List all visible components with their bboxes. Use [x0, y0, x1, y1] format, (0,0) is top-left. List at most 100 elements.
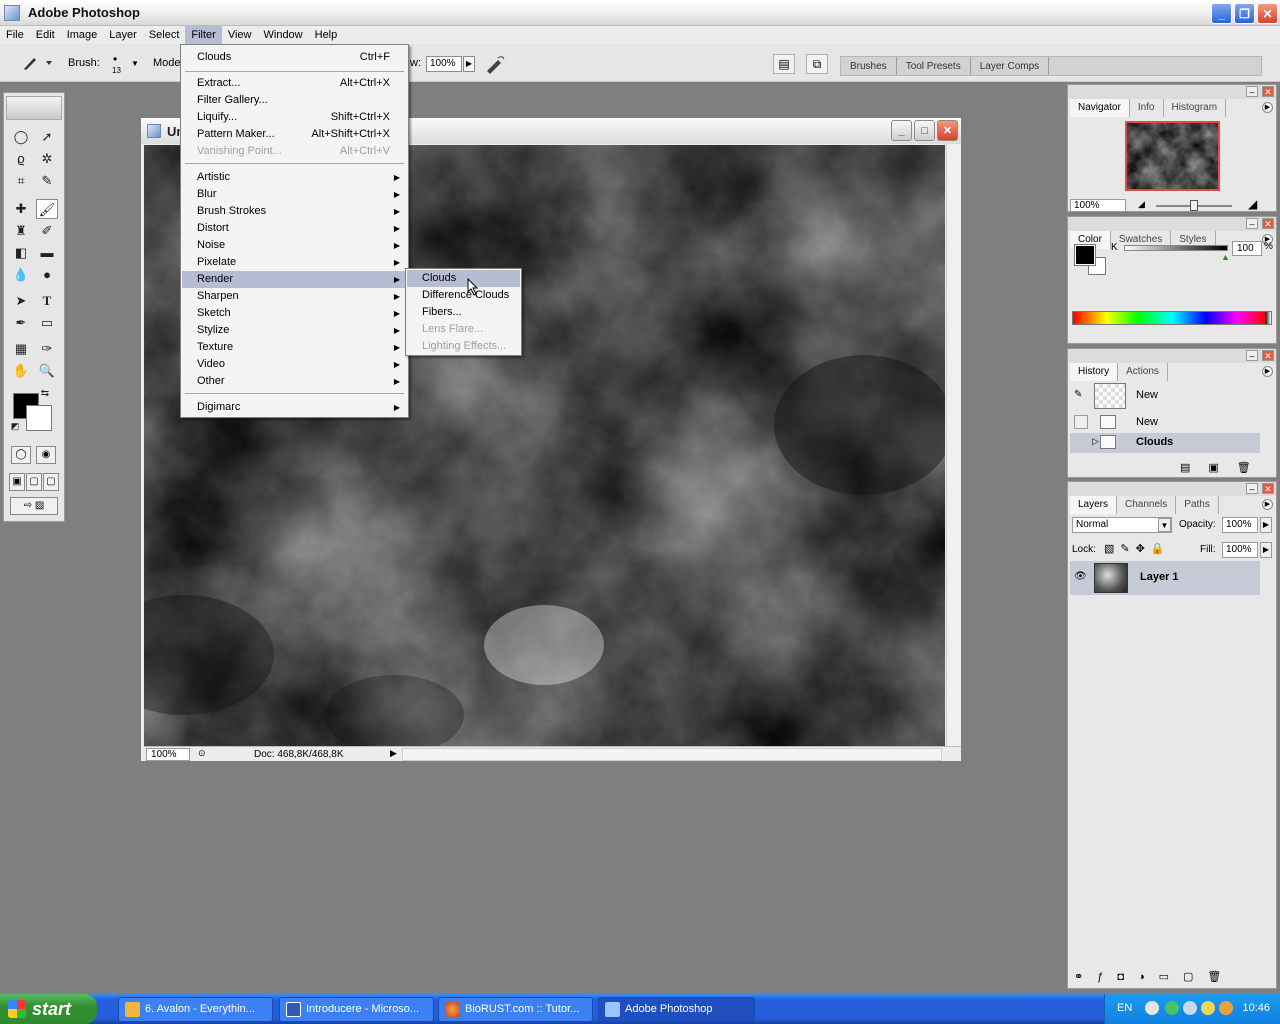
- menu-select[interactable]: Select: [143, 26, 186, 44]
- standard-mode-icon[interactable]: ◯: [11, 446, 31, 464]
- menu-image[interactable]: Image: [61, 26, 104, 44]
- tray-network-icon[interactable]: [1183, 1001, 1197, 1015]
- filter-other[interactable]: Other ▶: [182, 373, 407, 390]
- filter-pattern-maker[interactable]: Pattern Maker... Alt+Shift+Ctrl+X: [182, 126, 407, 143]
- marquee-tool-icon[interactable]: ◯: [10, 127, 32, 147]
- tab-actions[interactable]: Actions: [1118, 363, 1168, 381]
- taskbar-item-firefox[interactable]: BioRUST.com :: Tutor...: [438, 997, 593, 1022]
- k-channel-slider[interactable]: [1124, 245, 1228, 251]
- panel-minimize-icon[interactable]: –: [1246, 483, 1258, 494]
- filter-blur[interactable]: Blur ▶: [182, 186, 407, 203]
- standard-screen-mode-icon[interactable]: ▣: [9, 473, 25, 491]
- full-screen-mode-icon[interactable]: ▢: [43, 473, 59, 491]
- brush-tool-preset-icon[interactable]: [22, 55, 52, 71]
- move-tool-icon[interactable]: ➚: [36, 127, 58, 147]
- filter-sketch[interactable]: Sketch ▶: [182, 305, 407, 322]
- tab-history[interactable]: History: [1070, 363, 1119, 381]
- notes-tool-icon[interactable]: ▦: [10, 339, 32, 359]
- file-browser-icon[interactable]: ▤: [773, 54, 795, 74]
- dodge-tool-icon[interactable]: ●: [36, 265, 58, 285]
- taskbar-item-photoshop[interactable]: Adobe Photoshop: [598, 997, 755, 1022]
- color-ramp[interactable]: [1072, 311, 1272, 325]
- layers-footer-buttons[interactable]: ⚭ƒ◘◑▭▢🗑: [1074, 970, 1235, 983]
- crop-tool-icon[interactable]: ⌗: [10, 171, 32, 191]
- filter-stylize[interactable]: Stylize ▶: [182, 322, 407, 339]
- filter-pixelate[interactable]: Pixelate ▶: [182, 254, 407, 271]
- panel-close-icon[interactable]: ✕: [1262, 86, 1274, 97]
- blur-tool-icon[interactable]: 💧: [10, 265, 32, 285]
- opacity-arrow-icon[interactable]: ▶: [1260, 517, 1272, 533]
- render-difference-clouds[interactable]: Difference Clouds: [407, 287, 520, 304]
- default-colors-icon[interactable]: ◩: [8, 419, 22, 433]
- minimize-button[interactable]: _: [1211, 3, 1232, 24]
- document-zoom-field[interactable]: 100%: [146, 748, 190, 761]
- filter-brush-strokes[interactable]: Brush Strokes ▶: [182, 203, 407, 220]
- status-menu-arrow-icon[interactable]: ▶: [390, 748, 397, 759]
- menu-file[interactable]: File: [0, 26, 30, 44]
- tab-info[interactable]: Info: [1130, 99, 1164, 117]
- palette-toggle-icon[interactable]: ⧉: [806, 54, 828, 74]
- tab-navigator[interactable]: Navigator: [1070, 99, 1130, 117]
- menu-edit[interactable]: Edit: [30, 26, 61, 44]
- panel-close-icon[interactable]: ✕: [1262, 483, 1274, 494]
- tab-histogram[interactable]: Histogram: [1164, 99, 1227, 117]
- swap-colors-icon[interactable]: ⇆: [38, 387, 52, 401]
- horizontal-scrollbar[interactable]: [402, 748, 942, 761]
- history-source-box[interactable]: [1074, 415, 1088, 429]
- quick-mask-mode-icon[interactable]: ◉: [36, 446, 56, 464]
- type-tool-icon[interactable]: T: [36, 291, 58, 311]
- menu-layer[interactable]: Layer: [103, 26, 143, 44]
- document-minimize-button[interactable]: _: [891, 120, 912, 141]
- adobe-online-feather-icon[interactable]: [6, 96, 62, 120]
- menu-view[interactable]: View: [222, 26, 258, 44]
- tab-channels[interactable]: Channels: [1117, 496, 1177, 514]
- panel-close-icon[interactable]: ✕: [1262, 350, 1274, 361]
- menu-help[interactable]: Help: [309, 26, 344, 44]
- brush-tool-icon[interactable]: 🖌: [36, 199, 58, 219]
- panel-menu-icon[interactable]: ▶: [1262, 102, 1273, 113]
- blend-mode-dropdown-icon[interactable]: ▼: [1158, 518, 1171, 532]
- filter-render[interactable]: Render ▶: [182, 271, 407, 288]
- eyedropper-tool-icon[interactable]: ✑: [36, 339, 58, 359]
- history-snapshot[interactable]: ✎ New: [1070, 383, 1260, 411]
- lock-icons[interactable]: ▧✎✥🔒: [1104, 542, 1171, 555]
- filter-liquify[interactable]: Liquify... Shift+Ctrl+X: [182, 109, 407, 126]
- flow-input[interactable]: 100%: [426, 56, 462, 72]
- lasso-tool-icon[interactable]: ϱ: [10, 149, 32, 169]
- taskbar-item-word[interactable]: Introducere - Microso...: [279, 997, 434, 1022]
- fill-field[interactable]: 100%: [1222, 542, 1258, 558]
- language-indicator[interactable]: EN: [1117, 1002, 1132, 1014]
- zoom-out-icon[interactable]: ◢: [1138, 199, 1145, 210]
- panel-minimize-icon[interactable]: –: [1246, 218, 1258, 229]
- document-close-button[interactable]: ✕: [937, 120, 958, 141]
- menu-filter[interactable]: Filter: [185, 26, 222, 44]
- brush-dropdown-icon[interactable]: ▼: [131, 59, 139, 68]
- filter-distort[interactable]: Distort ▶: [182, 220, 407, 237]
- filter-video[interactable]: Video ▶: [182, 356, 407, 373]
- blend-mode-select[interactable]: Normal: [1072, 517, 1172, 533]
- layer-row[interactable]: 👁 Layer 1: [1070, 561, 1260, 595]
- healing-brush-tool-icon[interactable]: ✚: [10, 199, 32, 219]
- vertical-scrollbar[interactable]: [946, 145, 961, 746]
- k-value-field[interactable]: 100: [1232, 241, 1262, 256]
- palette-tab-tool-presets[interactable]: Tool Presets: [897, 57, 971, 75]
- layer-visibility-eye-icon[interactable]: 👁: [1074, 571, 1087, 582]
- tray-update-icon[interactable]: [1219, 1001, 1233, 1015]
- render-clouds[interactable]: Clouds: [407, 270, 520, 287]
- opacity-field[interactable]: 100%: [1222, 517, 1258, 533]
- panel-menu-icon[interactable]: ▶: [1262, 499, 1273, 510]
- path-selection-tool-icon[interactable]: ➤: [10, 291, 32, 311]
- navigator-zoom-field[interactable]: 100%: [1070, 199, 1126, 212]
- gradient-tool-icon[interactable]: ▬: [36, 243, 58, 263]
- filter-artistic[interactable]: Artistic ▶: [182, 169, 407, 186]
- pen-tool-icon[interactable]: ✒: [10, 313, 32, 333]
- full-screen-menu-mode-icon[interactable]: ▢: [26, 473, 42, 491]
- filter-sharpen[interactable]: Sharpen ▶: [182, 288, 407, 305]
- history-footer-buttons[interactable]: ▤▣🗑: [1180, 461, 1269, 474]
- render-fibers[interactable]: Fibers...: [407, 304, 520, 321]
- panel-menu-icon[interactable]: ▶: [1262, 366, 1273, 377]
- fill-arrow-icon[interactable]: ▶: [1260, 542, 1272, 558]
- history-state[interactable]: ▷ Clouds: [1070, 433, 1260, 453]
- taskbar-item-avalon[interactable]: 6. Avalon - Everythin...: [118, 997, 273, 1022]
- hand-tool-icon[interactable]: ✋: [10, 361, 32, 381]
